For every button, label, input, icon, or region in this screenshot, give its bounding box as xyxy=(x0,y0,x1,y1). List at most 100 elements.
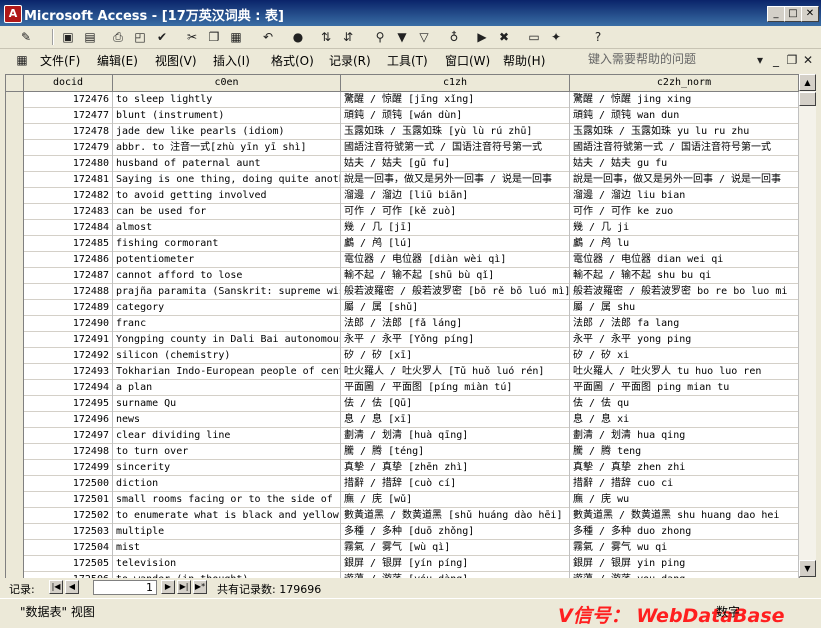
cell-c2zh-norm[interactable]: 真摯 / 真挚 zhen zhi xyxy=(570,460,799,476)
cell-c2zh-norm[interactable]: 吐火羅人 / 吐火罗人 tu huo luo ren xyxy=(570,364,799,380)
cell-c0en[interactable]: to turn over xyxy=(113,444,341,460)
cell-c2zh-norm[interactable]: 霧氣 / 雾气 wu qi xyxy=(570,540,799,556)
cell-c0en[interactable]: multiple xyxy=(113,524,341,540)
menu-edit[interactable]: 编辑(E) xyxy=(97,52,138,69)
cell-c0en[interactable]: potentiometer xyxy=(113,252,341,268)
cell-docid[interactable]: 172483 xyxy=(24,204,113,220)
menu-insert[interactable]: 插入(I) xyxy=(213,52,250,69)
cell-docid[interactable]: 172486 xyxy=(24,252,113,268)
cell-c1zh[interactable]: 平面圖 / 平面图 [píng miàn tú] xyxy=(341,380,570,396)
cell-c1zh[interactable]: 法郎 / 法郎 [fǎ láng] xyxy=(341,316,570,332)
cell-c2zh-norm[interactable]: 幾 / 几 ji xyxy=(570,220,799,236)
record-selector[interactable] xyxy=(6,284,24,300)
table-row[interactable]: 172492 silicon (chemistry) 矽 / 矽 [xī] 矽 / 矽… xyxy=(6,348,799,364)
cell-c1zh[interactable]: 佉 / 佉 [Qū] xyxy=(341,396,570,412)
sort-ascending-icon[interactable]: ⇅ xyxy=(318,29,334,45)
last-record-button[interactable]: ▶| xyxy=(177,580,191,594)
cell-c2zh-norm[interactable]: 佉 / 佉 qu xyxy=(570,396,799,412)
cell-c1zh[interactable]: 般若波羅密 / 般若波罗密 [bō rě bō luó mì] xyxy=(341,284,570,300)
record-selector[interactable] xyxy=(6,156,24,172)
cell-c1zh[interactable]: 頑鈍 / 顽钝 [wán dùn] xyxy=(341,108,570,124)
cell-docid[interactable]: 172496 xyxy=(24,412,113,428)
menu-format[interactable]: 格式(O) xyxy=(271,52,314,69)
cell-c2zh-norm[interactable]: 平面圖 / 平面图 ping mian tu xyxy=(570,380,799,396)
select-all-corner[interactable] xyxy=(6,75,24,91)
table-row[interactable]: 172489 category 屬 / 属 [shǔ] 屬 / 属 shu xyxy=(6,300,799,316)
cell-c1zh[interactable]: 吐火羅人 / 吐火罗人 [Tǔ huǒ luó rén] xyxy=(341,364,570,380)
previous-record-button[interactable]: ◀ xyxy=(65,580,79,594)
cell-c1zh[interactable]: 姑夫 / 姑夫 [gū fu] xyxy=(341,156,570,172)
cell-c0en[interactable]: mist xyxy=(113,540,341,556)
cell-c2zh-norm[interactable]: 措辭 / 措辞 cuo ci xyxy=(570,476,799,492)
cell-c1zh[interactable]: 騰 / 腾 [téng] xyxy=(341,444,570,460)
record-selector[interactable] xyxy=(6,348,24,364)
cell-c2zh-norm[interactable]: 頑鈍 / 顽钝 wan dun xyxy=(570,108,799,124)
first-record-button[interactable]: |◀ xyxy=(49,580,63,594)
cell-c2zh-norm[interactable]: 銀屏 / 银屏 yin ping xyxy=(570,556,799,572)
table-row[interactable]: 172498 to turn over 騰 / 腾 [téng] 騰 / 腾 teng xyxy=(6,444,799,460)
cell-c0en[interactable]: clear dividing line xyxy=(113,428,341,444)
cell-c2zh-norm[interactable]: 矽 / 矽 xi xyxy=(570,348,799,364)
child-minimize-icon[interactable]: _ xyxy=(768,52,784,68)
record-selector[interactable] xyxy=(6,300,24,316)
cell-c0en[interactable]: a plan xyxy=(113,380,341,396)
help-icon[interactable]: ? xyxy=(590,29,606,45)
cell-c0en[interactable]: jade dew like pearls (idiom) xyxy=(113,124,341,140)
cell-c2zh-norm[interactable]: 國語注音符號第一式 / 国语注音符号第一式 xyxy=(570,140,799,156)
cell-c0en[interactable]: fishing cormorant xyxy=(113,236,341,252)
find-icon[interactable]: ♁ xyxy=(446,29,462,45)
insert-hyperlink-icon[interactable]: ● xyxy=(290,29,306,45)
cell-c2zh-norm[interactable]: 鸕 / 鸬 lu xyxy=(570,236,799,252)
database-window-icon[interactable]: ▭ xyxy=(526,29,542,45)
cell-c1zh[interactable]: 輸不起 / 输不起 [shū bù qǐ] xyxy=(341,268,570,284)
delete-record-icon[interactable]: ✖ xyxy=(496,29,512,45)
menu-window[interactable]: 窗口(W) xyxy=(445,52,490,69)
cell-docid[interactable]: 172494 xyxy=(24,380,113,396)
access-app-icon[interactable]: A xyxy=(4,5,22,23)
vertical-scrollbar[interactable]: ▲ ▼ xyxy=(799,74,816,577)
new-object-icon[interactable]: ✦ xyxy=(548,29,564,45)
record-selector[interactable] xyxy=(6,460,24,476)
cell-c1zh[interactable]: 廡 / 庑 [wǔ] xyxy=(341,492,570,508)
record-selector[interactable] xyxy=(6,204,24,220)
cell-docid[interactable]: 172484 xyxy=(24,220,113,236)
scroll-thumb[interactable] xyxy=(799,92,816,106)
cell-c1zh[interactable]: 真摯 / 真挚 [zhēn zhì] xyxy=(341,460,570,476)
table-row[interactable]: 172476 to sleep lightly 驚醒 / 惊醒 [jīng xǐng… xyxy=(6,92,799,108)
record-selector[interactable] xyxy=(6,172,24,188)
cell-c0en[interactable]: husband of paternal aunt xyxy=(113,156,341,172)
cell-docid[interactable]: 172504 xyxy=(24,540,113,556)
record-selector[interactable] xyxy=(6,236,24,252)
cell-c0en[interactable]: silicon (chemistry) xyxy=(113,348,341,364)
cell-c2zh-norm[interactable]: 永平 / 永平 yong ping xyxy=(570,332,799,348)
close-button[interactable]: ✕ xyxy=(801,6,819,22)
menu-tools[interactable]: 工具(T) xyxy=(387,52,428,69)
filter-by-form-icon[interactable]: ▼ xyxy=(394,29,410,45)
cell-docid[interactable]: 172499 xyxy=(24,460,113,476)
child-restore-icon[interactable]: ❐ xyxy=(784,52,800,68)
cell-c1zh[interactable]: 永平 / 永平 [Yǒng píng] xyxy=(341,332,570,348)
spelling-icon[interactable]: ✔ xyxy=(154,29,170,45)
cell-c2zh-norm[interactable]: 可作 / 可作 ke zuo xyxy=(570,204,799,220)
menu-file[interactable]: 文件(F) xyxy=(40,52,80,69)
cell-docid[interactable]: 172500 xyxy=(24,476,113,492)
table-row[interactable]: 172481 Saying is one thing, doing quite a… xyxy=(6,172,799,188)
record-selector[interactable] xyxy=(6,140,24,156)
cell-c0en[interactable]: prajña paramita (Sanskrit: supreme wisdo… xyxy=(113,284,341,300)
table-row[interactable]: 172491 Yongping county in Dali Bai autono… xyxy=(6,332,799,348)
cell-docid[interactable]: 172492 xyxy=(24,348,113,364)
minimize-button[interactable]: _ xyxy=(767,6,785,22)
table-row[interactable]: 172482 to avoid getting involved 溜邊 / 溜边 [… xyxy=(6,188,799,204)
record-selector[interactable] xyxy=(6,92,24,108)
cell-c0en[interactable]: can be used for xyxy=(113,204,341,220)
table-row[interactable]: 172494 a plan 平面圖 / 平面图 [píng miàn tú] 平面圖 … xyxy=(6,380,799,396)
table-row[interactable]: 172485 fishing cormorant 鸕 / 鸬 [lú] 鸕 / 鸬 l… xyxy=(6,236,799,252)
cell-c0en[interactable]: Yongping county in Dali Bai autonomous xyxy=(113,332,341,348)
record-selector[interactable] xyxy=(6,332,24,348)
cell-c1zh[interactable]: 屬 / 属 [shǔ] xyxy=(341,300,570,316)
cell-c2zh-norm[interactable]: 廡 / 庑 wu xyxy=(570,492,799,508)
child-close-icon[interactable]: ✕ xyxy=(800,52,816,68)
table-row[interactable]: 172499 sincerity 真摯 / 真挚 [zhēn zhì] 真摯 / 真挚… xyxy=(6,460,799,476)
cell-c1zh[interactable]: 幾 / 几 [jī] xyxy=(341,220,570,236)
cell-c0en[interactable]: to avoid getting involved xyxy=(113,188,341,204)
